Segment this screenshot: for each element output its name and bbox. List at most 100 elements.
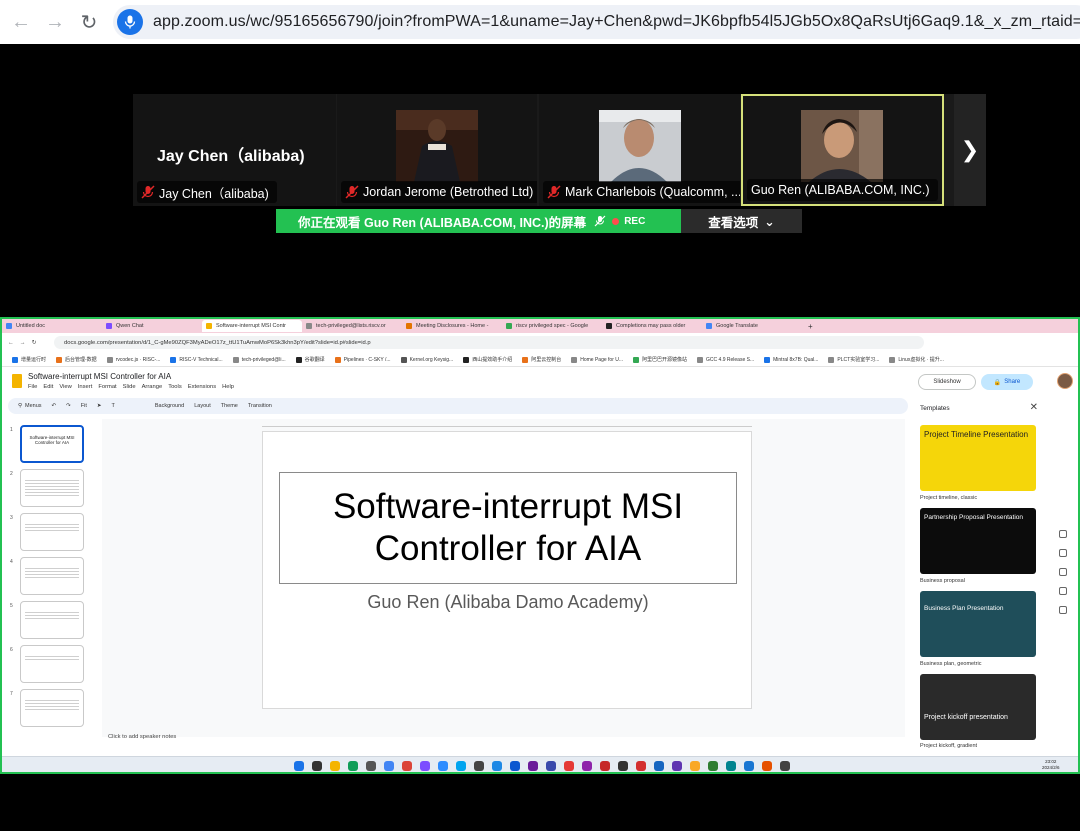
template-card: Project kickoff presentation <box>920 674 1036 740</box>
taskbar-app-icon <box>528 761 538 771</box>
qwen-icon <box>106 323 112 329</box>
taskbar-app-icon <box>618 761 628 771</box>
bookmark: Mintral 8x7B: Qual... <box>764 356 818 363</box>
windows-taskbar: 23:02 2024/2/6 <box>2 756 1078 772</box>
docs-icon <box>6 323 12 329</box>
chrome-icon <box>402 761 412 771</box>
slide-thumbnail <box>20 601 84 639</box>
current-slide: Software-interrupt MSI Controller for AI… <box>262 431 752 709</box>
view-options-button[interactable]: 查看选项 ⌄ <box>681 209 802 233</box>
shared-url-field: docs.google.com/presentation/d/1_C-gMe90… <box>54 336 924 349</box>
shared-tab: tech-privileged@lists.riscv.or <box>302 320 402 332</box>
shared-tab: riscv privileged spec - Google <box>502 320 602 332</box>
participant-name-tag: Jordan Jerome (Betrothed Ltd) <box>341 181 537 203</box>
participant-tile-mark-charlebois[interactable]: Mark Charlebois (Qualcomm, ... <box>539 94 740 206</box>
bookmark: 西山提效助手介绍 <box>463 356 512 363</box>
slide-title: Software-interrupt MSI Controller for AI… <box>332 487 684 568</box>
ruler <box>262 419 752 427</box>
text-box-icon: T <box>111 403 115 409</box>
taskbar-app-icon <box>654 761 664 771</box>
pdf-icon <box>600 761 610 771</box>
side-panel-icon <box>1059 549 1067 557</box>
taskbar-app-icon <box>456 761 466 771</box>
screen-share-banner: 你正在观看 Guo Ren (ALIBABA.COM, INC.)的屏幕 REC <box>276 209 681 233</box>
participant-tile-jordan-jerome[interactable]: Jordan Jerome (Betrothed Ltd) <box>337 94 537 206</box>
avatar <box>1057 373 1073 389</box>
taskbar-app-icon <box>420 761 430 771</box>
bookmark: 阿里云控制台 <box>522 356 561 363</box>
zoom-icon <box>438 761 448 771</box>
slides-toolbar: ⚲ Menus ↶ ↷ Fit ➤ T Background Layout Th… <box>8 398 908 414</box>
slides-logo-icon <box>12 374 22 388</box>
slides-header: Software-interrupt MSI Controller for AI… <box>2 368 1078 398</box>
google-icon <box>506 323 512 329</box>
participant-name-tag: Guo Ren (ALIBABA.COM, INC.) <box>747 179 938 201</box>
doc-menu-bar: File Edit View Insert Format Slide Arrange Tool… <box>28 384 235 390</box>
participant-tile-jay-chen[interactable]: Jay Chen（alibaba) Jay Chen（alibaba) <box>133 94 336 206</box>
bookmark: 阿里巴巴开源镜像站 <box>633 356 687 363</box>
recording-indicator: REC <box>594 215 645 227</box>
side-rail <box>1052 519 1074 719</box>
muted-mic-icon <box>547 185 561 199</box>
screen: ← → ↻ app.zoom.us/wc/95165656790/join?fr… <box>0 0 1080 831</box>
taskbar-app-icon <box>762 761 772 771</box>
taskbar-app-icon <box>780 761 790 771</box>
muted-mic-icon <box>141 185 155 199</box>
slideshow-button: Slideshow <box>918 374 976 390</box>
taskbar-app-icon <box>744 761 754 771</box>
url-text: app.zoom.us/wc/95165656790/join?fromPWA=… <box>153 13 1080 30</box>
taskbar-app-icon <box>366 761 376 771</box>
taskbar-app-icon <box>348 761 358 771</box>
slide-thumbnail <box>20 689 84 727</box>
taskbar-app-icon <box>510 761 520 771</box>
mail-icon <box>306 323 312 329</box>
share-banner-text: 你正在观看 Guo Ren (ALIBABA.COM, INC.)的屏幕 <box>298 215 587 230</box>
search-icon: ⚲ <box>18 403 23 409</box>
taskbar-app-icon <box>582 761 592 771</box>
bookmarks-bar: 增量运行时 后台管理-数据 rvcodec.js · RISC-... RISC… <box>2 353 1078 367</box>
side-panel-icon <box>1059 606 1067 614</box>
slide-thumbnail <box>20 469 84 507</box>
slide-thumbnail <box>20 557 84 595</box>
participant-tile-guo-ren[interactable]: Guo Ren (ALIBABA.COM, INC.) <box>741 94 944 206</box>
bookmark: 谷歌翻译 <box>295 356 325 363</box>
shared-address-bar: ← → ↻ docs.google.com/presentation/d/1_C… <box>2 333 1078 353</box>
bookmark: rvcodec.js · RISC-... <box>106 356 160 363</box>
participant-big-name: Jay Chen（alibaba) <box>157 148 305 165</box>
back-icon[interactable]: ← <box>4 5 38 39</box>
muted-mic-icon <box>594 215 606 227</box>
template-card: Business Plan Presentation <box>920 591 1036 657</box>
taskbar-app-icon <box>384 761 394 771</box>
slide-filmstrip: 1 Software-interrupt MSI Controller for … <box>2 419 94 737</box>
slide-title-box: Software-interrupt MSI Controller for AI… <box>279 472 737 584</box>
forward-icon[interactable]: → <box>38 5 72 39</box>
taskbar-app-icon <box>690 761 700 771</box>
slide-thumbnail <box>20 513 84 551</box>
shared-tab-active: Software-interrupt MSI Contr <box>202 320 302 332</box>
slide-thumbnail <box>20 645 84 683</box>
bookmark: GCC 4.9 Release S... <box>697 356 754 363</box>
shared-tab: Completions may pass older <box>602 320 702 332</box>
taskbar-app-icon <box>330 761 340 771</box>
next-page-chevron-icon[interactable]: ❯ <box>954 94 986 206</box>
taskbar-app-icon <box>564 761 574 771</box>
shared-screen: Untitled doc Qwen Chat Software-interrup… <box>0 317 1080 774</box>
speaker-notes: Click to add speaker notes <box>108 734 177 740</box>
template-card: Project Timeline Presentation <box>920 425 1036 491</box>
address-bar[interactable]: app.zoom.us/wc/95165656790/join?fromPWA=… <box>113 5 1080 39</box>
shared-tab: Google Translate <box>702 320 802 332</box>
bookmark: 后台管理-数据 <box>56 356 97 363</box>
system-clock: 23:02 2024/2/6 <box>1042 759 1060 770</box>
bookmark: Pipelines · C-SKY /... <box>334 356 391 363</box>
templates-panel: Templates ✕ Project Timeline Presentatio… <box>912 399 1048 749</box>
lock-icon: 🔒 <box>993 379 1002 386</box>
reload-icon[interactable]: ↻ <box>72 5 106 39</box>
bookmark: 增量运行时 <box>12 356 46 363</box>
microphone-icon[interactable] <box>117 9 143 35</box>
redo-icon: ↷ <box>66 403 71 409</box>
taskbar-app-icon <box>708 761 718 771</box>
chevron-down-icon: ⌄ <box>764 214 775 229</box>
participant-video <box>599 110 681 182</box>
close-icon: ✕ <box>1029 402 1038 413</box>
bookmark: Kernel.org Keysig... <box>400 356 453 363</box>
